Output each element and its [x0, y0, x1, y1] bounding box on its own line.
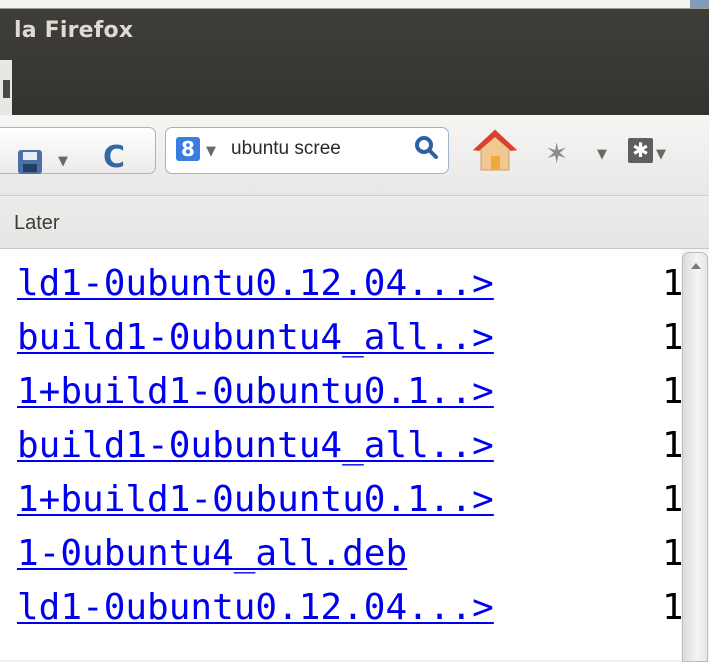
save-dropdown-arrow-icon[interactable]: ▼	[58, 154, 68, 169]
bookmark-read-later[interactable]: Later	[14, 212, 60, 235]
file-link[interactable]: 1+build1-0ubuntu0.1..>	[17, 479, 494, 520]
window-title: la Firefox	[14, 18, 134, 43]
save-icon[interactable]	[18, 150, 42, 174]
reload-icon[interactable]: C	[103, 140, 125, 175]
list-item: build1-0ubuntu4_all..> 1	[17, 421, 687, 475]
bookmarks-toolbar: Later	[0, 196, 709, 249]
list-item: build1-0ubuntu4_all..> 1	[17, 313, 687, 367]
title-strip	[0, 0, 709, 9]
plugin-dropdown-arrow-icon[interactable]: ▼	[597, 147, 607, 162]
corner-icon	[690, 0, 709, 8]
window-titlebar[interactable]: la Firefox	[0, 0, 709, 115]
puzzle-icon[interactable]: ✶	[545, 137, 568, 170]
home-icon[interactable]	[472, 128, 518, 172]
search-engine-dropdown-icon[interactable]: ▼	[206, 144, 216, 159]
file-link[interactable]: build1-0ubuntu4_all..>	[17, 317, 494, 358]
nav-button-group: ▼ C	[0, 127, 156, 175]
search-value[interactable]: ubuntu scree	[231, 138, 416, 160]
file-link[interactable]: ld1-0ubuntu0.12.04...>	[17, 263, 494, 304]
file-link[interactable]: 1+build1-0ubuntu0.1..>	[17, 371, 494, 412]
search-input[interactable]: 8 ▼ ubuntu scree	[165, 127, 449, 174]
extension-dropdown-arrow-icon[interactable]: ▼	[656, 147, 666, 162]
scrollbar-thumb[interactable]	[682, 252, 708, 662]
list-item: 1-0ubuntu4_all.deb 1	[17, 529, 687, 583]
google-icon[interactable]: 8	[176, 137, 200, 161]
file-link[interactable]: ld1-0ubuntu0.12.04...>	[17, 587, 494, 628]
menu-handle-icon[interactable]	[0, 60, 12, 116]
navigation-toolbar: ▼ C 8 ▼ ubuntu scree ✶ ▼ ✱ ▼	[0, 115, 709, 196]
list-item: ld1-0ubuntu0.12.04...> 1	[17, 583, 687, 637]
file-listing: ld1-0ubuntu0.12.04...> 1 build1-0ubuntu4…	[17, 259, 687, 637]
list-item: 1+build1-0ubuntu0.1..> 1	[17, 475, 687, 529]
search-icon[interactable]	[414, 135, 438, 159]
scroll-up-arrow-icon[interactable]	[691, 263, 701, 269]
list-item: ld1-0ubuntu0.12.04...> 1	[17, 259, 687, 313]
extension-icon[interactable]: ✱	[628, 138, 653, 163]
list-item: 1+build1-0ubuntu0.1..> 1	[17, 367, 687, 421]
page-content: ld1-0ubuntu0.12.04...> 1 build1-0ubuntu4…	[0, 249, 709, 660]
file-link[interactable]: build1-0ubuntu4_all..>	[17, 425, 494, 466]
file-link[interactable]: 1-0ubuntu4_all.deb	[17, 533, 407, 574]
vertical-scrollbar[interactable]	[681, 249, 709, 662]
